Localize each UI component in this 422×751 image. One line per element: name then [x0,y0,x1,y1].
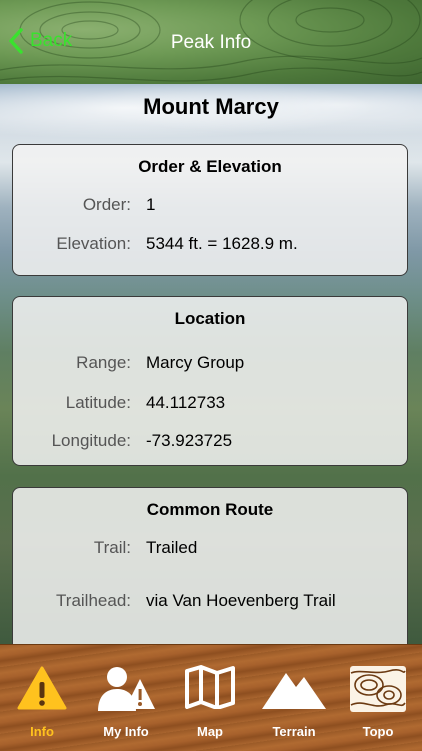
latitude-value: 44.112733 [146,393,226,412]
elevation-row: Elevation: 5344 ft. = 1628.9 m. [13,234,407,256]
topo-contour-icon [350,666,406,712]
trailhead-value: via Van Hoevenberg Trail [146,591,336,610]
person-info-icon [98,667,155,711]
order-elevation-card: Order & Elevation Order: 1 Elevation: 53… [12,144,408,276]
trail-value: Trailed [146,538,198,557]
tab-label: Terrain [272,724,316,739]
trailhead-label: Trailhead: [56,591,131,610]
range-label: Range: [76,353,131,372]
longitude-row: Longitude: -73.923725 [13,431,407,453]
mountain-icon [262,673,326,709]
peak-info-content[interactable]: Mount Marcy Order & Elevation Order: 1 E… [0,84,422,644]
trail-row: Trail: Trailed [13,538,407,560]
tab-bar: Info My Info Map Terrain Topo [0,644,422,751]
tab-label: Topo [362,724,394,739]
nav-title: Peak Info [170,32,252,53]
trailhead-row: Trailhead: via Van Hoevenberg Trail [13,591,407,613]
tab-map[interactable]: Map [168,645,252,751]
tab-my-info[interactable]: My Info [84,645,168,751]
common-route-card: Common Route Trail: Trailed Trailhead: v… [12,487,408,644]
elevation-value: 5344 ft. = 1628.9 m. [146,234,298,253]
location-card: Location Range: Marcy Group Latitude: 44… [12,296,408,466]
tab-label: Info [30,724,54,739]
tab-terrain[interactable]: Terrain [252,645,336,751]
order-value: 1 [146,195,156,214]
order-row: Order: 1 [13,195,407,217]
tab-label: My Info [103,724,149,739]
tab-info[interactable]: Info [0,645,84,751]
navigation-bar: Back Peak Info [0,0,422,84]
range-value: Marcy Group [146,353,245,372]
latitude-label: Latitude: [65,393,131,412]
tab-label: Map [197,724,223,739]
range-row: Range: Marcy Group [13,353,407,375]
card-title: Common Route [146,500,274,519]
warning-info-icon [17,666,67,710]
trail-label: Trail: [93,538,131,557]
folded-map-icon [185,665,235,709]
elevation-label: Elevation: [56,234,131,253]
card-title: Location [174,309,246,328]
tab-topo[interactable]: Topo [336,645,420,751]
longitude-value: -73.923725 [146,431,233,450]
peak-name: Mount Marcy [143,94,279,119]
card-title: Order & Elevation [138,157,282,176]
latitude-row: Latitude: 44.112733 [13,393,407,415]
longitude-label: Longitude: [51,431,131,450]
order-label: Order: [82,195,131,214]
